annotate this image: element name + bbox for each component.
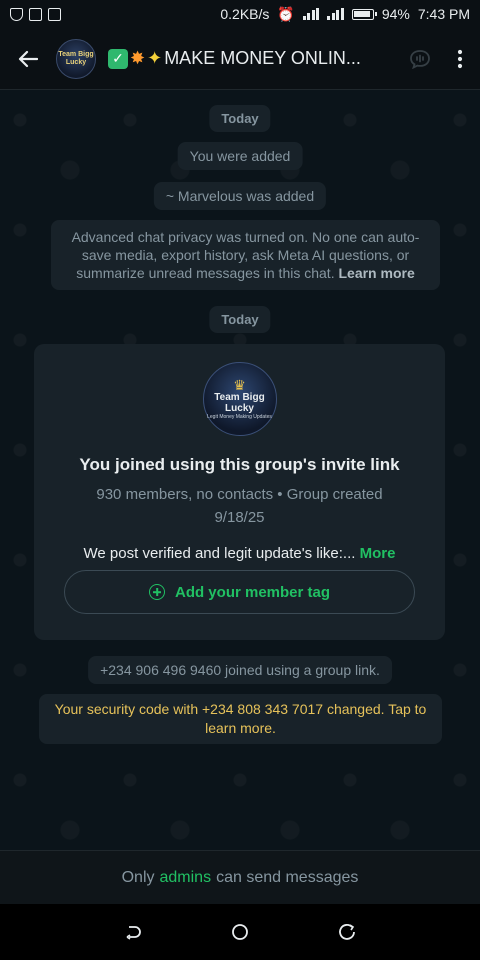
signal-icon	[302, 8, 320, 20]
recents-nav-button[interactable]	[337, 922, 357, 942]
battery-level: 94%	[381, 6, 410, 22]
alarm-icon: ⏰	[277, 5, 295, 22]
signal-2-icon	[327, 8, 344, 20]
system-message-added: You were added	[177, 142, 303, 170]
check-mark-emoji-icon: ✓	[108, 48, 128, 69]
group-meta: 930 members, no contacts • Group created…	[96, 486, 383, 526]
system-message-joined: +234 906 496 9460 joined using a group l…	[88, 656, 392, 684]
nav-recents-icon	[338, 924, 355, 940]
invite-heading: You joined using this group's invite lin…	[79, 455, 400, 474]
activity-icon	[48, 7, 61, 21]
screenshot-icon	[29, 7, 42, 21]
clock: 7:43 PM	[417, 6, 470, 22]
group-logo[interactable]: ♛ Team Bigg Lucky Legit Money Making Upd…	[202, 362, 277, 436]
chat-area[interactable]: Today You were added ~ Marvelous was add…	[0, 90, 480, 850]
arrow-left-icon	[18, 50, 38, 67]
group-logo-text: Team Bigg Lucky	[214, 392, 265, 414]
security-code-notice[interactable]: Your security code with +234 808 343 701…	[39, 694, 442, 744]
shield-icon	[10, 7, 23, 21]
add-member-tag-label: Add your member tag	[174, 583, 331, 601]
admins-only-bar: Only admins can send messages	[0, 850, 480, 904]
more-link[interactable]: More	[360, 545, 396, 562]
dizzy-emoji-icon: ✦	[147, 48, 163, 68]
date-separator: Today	[209, 105, 271, 132]
group-description-text: We post verified and legit update's like…	[83, 545, 356, 562]
home-nav-button[interactable]	[230, 922, 250, 942]
group-logo-subtext: Legit Money Making Updates	[207, 414, 272, 420]
security-code-text: Your security code with +234 808 343 701…	[54, 701, 427, 736]
group-title-area[interactable]: ✓ ✸ ✦ MAKE MONEY ONLIN...	[96, 48, 400, 69]
collision-emoji-icon: ✸	[130, 48, 146, 68]
nav-home-icon	[232, 924, 248, 940]
admins-only-suffix: can send messages	[216, 868, 359, 886]
back-button[interactable]	[0, 28, 56, 90]
privacy-notice[interactable]: Advanced chat privacy was turned on. No …	[51, 220, 440, 290]
group-invite-card: ♛ Team Bigg Lucky Legit Money Making Upd…	[34, 344, 445, 640]
add-circle-icon	[148, 584, 165, 600]
learn-more-link[interactable]: Learn more	[338, 265, 414, 281]
battery-icon	[351, 8, 377, 20]
group-avatar[interactable]: Team Bigg Lucky	[56, 38, 96, 79]
admins-link[interactable]: admins	[160, 869, 212, 887]
chat-header: Team Bigg Lucky ✓ ✸ ✦ MAKE MONEY ONLIN..…	[0, 28, 480, 90]
nav-back-icon	[126, 926, 142, 940]
group-title: MAKE MONEY ONLIN...	[164, 48, 361, 68]
more-vertical-icon	[457, 49, 463, 68]
group-description: We post verified and legit update's like…	[34, 545, 445, 562]
back-nav-button[interactable]	[123, 922, 143, 942]
more-options-button[interactable]	[440, 28, 480, 90]
system-navigation-bar	[0, 904, 480, 960]
date-separator-2: Today	[209, 306, 271, 333]
voice-chat-icon	[410, 49, 430, 69]
crown-icon: ♛	[233, 377, 246, 393]
network-speed: 0.2KB/s	[220, 6, 270, 22]
admins-only-prefix: Only	[121, 868, 155, 886]
voice-chat-button[interactable]	[400, 28, 440, 90]
status-bar: 0.2KB/s ⏰ 94% 7:43 PM	[0, 0, 480, 28]
add-member-tag-button[interactable]: Add your member tag	[64, 570, 415, 614]
group-avatar-logo: Team Bigg Lucky	[58, 50, 94, 66]
system-message-member-added: ~ Marvelous was added	[153, 182, 327, 210]
